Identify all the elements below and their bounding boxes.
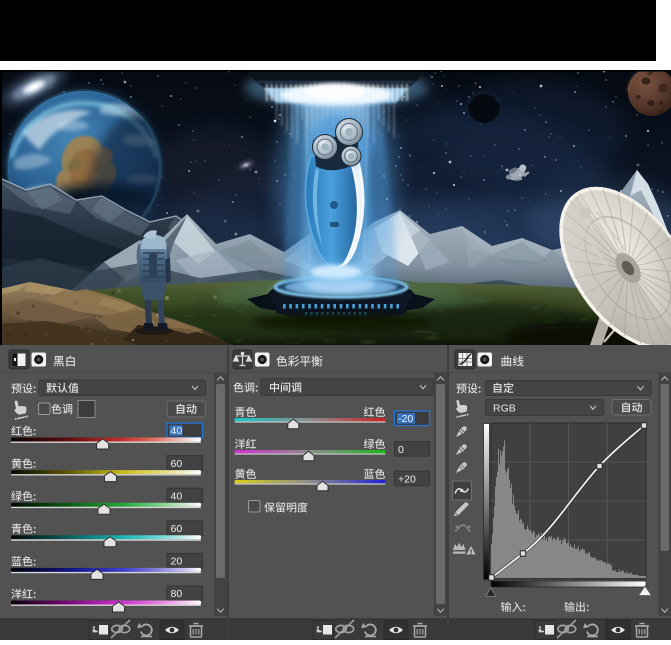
svg-text:+20: +20 bbox=[398, 473, 416, 485]
svg-text:60: 60 bbox=[171, 458, 183, 470]
svg-text:-20: -20 bbox=[398, 413, 413, 425]
svg-text:40: 40 bbox=[171, 425, 183, 437]
svg-text:20: 20 bbox=[171, 556, 183, 568]
svg-text:0: 0 bbox=[398, 444, 404, 456]
svg-text:40: 40 bbox=[171, 490, 183, 502]
svg-text:RGB: RGB bbox=[493, 403, 516, 415]
svg-text:80: 80 bbox=[171, 588, 183, 600]
svg-text:60: 60 bbox=[171, 523, 183, 535]
